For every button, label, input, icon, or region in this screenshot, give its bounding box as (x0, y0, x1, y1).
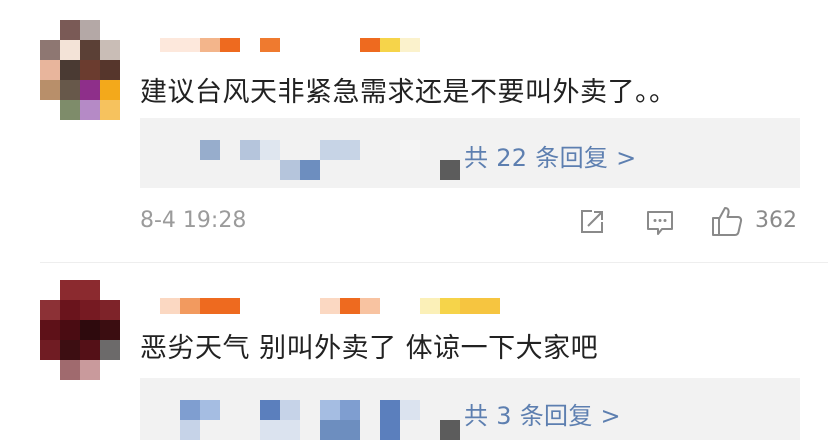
replies-preview[interactable]: 共 22 条回复 > (140, 118, 800, 188)
reply-avatar-blur (380, 400, 400, 440)
comment-timestamp: 8-4 19:28 (140, 208, 247, 233)
reply-avatar-blur (320, 400, 340, 420)
reply-avatar-blur (180, 420, 200, 440)
reply-avatar-blur (400, 400, 420, 420)
reply-avatar-blur (280, 400, 300, 420)
reply-avatar-blur (440, 420, 460, 440)
comment-divider (40, 262, 828, 263)
like-count: 362 (755, 208, 797, 233)
username[interactable] (160, 38, 420, 52)
reply-avatar-blur (280, 160, 300, 180)
replies-preview[interactable]: 共 3 条回复 > (140, 378, 800, 440)
reply-avatar-blur (180, 400, 200, 420)
reply-avatar-blur (260, 140, 280, 160)
reply-avatar-blur (320, 140, 360, 160)
username[interactable] (160, 298, 500, 314)
view-replies-link[interactable]: 共 3 条回复 > (464, 396, 621, 431)
comment-icon[interactable] (645, 208, 675, 238)
reply-avatar-blur (200, 400, 220, 420)
reply-avatar-blur (400, 140, 420, 160)
reply-avatar-blur (260, 400, 280, 420)
like-icon[interactable] (710, 204, 744, 238)
reply-avatar-blur (300, 160, 320, 180)
view-replies-link[interactable]: 共 22 条回复 > (464, 138, 637, 173)
reply-avatar-blur (340, 400, 360, 420)
avatar[interactable] (40, 20, 120, 120)
reply-avatar-blur (240, 140, 260, 160)
reply-avatar-blur (440, 160, 460, 180)
share-icon[interactable] (578, 208, 606, 236)
avatar[interactable] (40, 280, 120, 380)
reply-avatar-blur (260, 420, 300, 440)
reply-avatar-blur (320, 420, 360, 440)
reply-avatar-blur (200, 140, 220, 160)
comment-text: 建议台风天非紧急需求还是不要叫外卖了。。 (140, 77, 677, 108)
comment-text: 恶劣天气 别叫外卖了 体谅一下大家吧 (140, 333, 599, 364)
